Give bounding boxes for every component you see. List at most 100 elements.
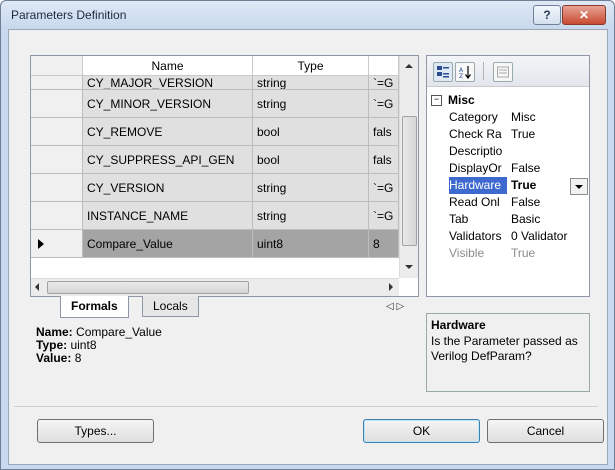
table-row[interactable]: CY_MAJOR_VERSION string `=G <box>31 76 399 90</box>
summary-value-label: Value: <box>36 351 72 365</box>
tab-scroll-arrows-icon[interactable]: ◁ ▷ <box>386 301 404 312</box>
cell-value[interactable]: fals <box>369 118 399 146</box>
window-title: Parameters Definition <box>11 8 127 22</box>
cell-type[interactable]: string <box>253 202 369 230</box>
cell-name[interactable]: INSTANCE_NAME <box>83 202 253 230</box>
title-bar[interactable]: Parameters Definition ? ✕ <box>1 1 614 29</box>
property-name: DisplayOr <box>449 161 502 175</box>
collapse-minus-icon[interactable]: − <box>431 95 442 107</box>
column-header-value[interactable] <box>369 56 399 76</box>
property-value[interactable]: Basic <box>511 211 587 228</box>
property-value[interactable]: 0 Validator <box>511 228 587 245</box>
summary-value-value: 8 <box>74 351 82 365</box>
cell-type[interactable]: bool <box>253 146 369 174</box>
cell-name[interactable]: CY_MINOR_VERSION <box>83 90 253 118</box>
table-row[interactable]: CY_SUPPRESS_API_GEN bool fals <box>31 146 399 174</box>
cell-type[interactable]: string <box>253 174 369 202</box>
property-name: Visible <box>449 246 485 260</box>
types-button[interactable]: Types... <box>37 419 154 443</box>
cell-value[interactable]: `=G <box>369 202 399 230</box>
property-row[interactable]: Visible True <box>427 245 589 262</box>
grid-rows: CY_MAJOR_VERSION string `=G CY_MINOR_VER… <box>31 76 399 258</box>
vertical-scroll-thumb[interactable] <box>402 116 417 246</box>
cell-value[interactable]: 8 <box>369 230 399 258</box>
tab-locals[interactable]: Locals <box>142 296 199 317</box>
grid-horizontal-scrollbar[interactable] <box>31 278 399 296</box>
property-grid: AZ − Misc Category Misc Check Ra True Descr… <box>426 55 590 297</box>
summary-type-label: Type: <box>36 338 68 352</box>
row-header[interactable] <box>31 174 83 202</box>
property-row[interactable]: Check Ra True <box>427 126 589 143</box>
property-list: Category Misc Check Ra True Descriptio Dis… <box>427 109 589 262</box>
column-header-type[interactable]: Type <box>253 56 369 76</box>
column-header-name[interactable]: Name <box>83 56 253 76</box>
row-header[interactable] <box>31 118 83 146</box>
category-label: Misc <box>448 93 475 107</box>
tab-formals[interactable]: Formals <box>60 296 129 318</box>
category-misc[interactable]: − Misc <box>427 92 589 108</box>
row-header[interactable] <box>31 146 83 174</box>
row-header[interactable] <box>31 230 83 258</box>
help-button[interactable]: ? <box>533 5 561 25</box>
property-value[interactable]: False <box>511 160 587 177</box>
table-row[interactable]: CY_REMOVE bool fals <box>31 118 399 146</box>
property-value[interactable]: False <box>511 194 587 211</box>
summary-type-value: uint8 <box>70 338 97 352</box>
row-header[interactable] <box>31 202 83 230</box>
current-row-arrow-icon <box>38 239 44 249</box>
table-row[interactable]: CY_MINOR_VERSION string `=G <box>31 90 399 118</box>
property-row[interactable]: Descriptio <box>427 143 589 160</box>
property-row[interactable]: DisplayOr False <box>427 160 589 177</box>
cell-value[interactable]: `=G <box>369 90 399 118</box>
cell-value[interactable]: `=G <box>369 174 399 202</box>
cell-name[interactable]: Compare_Value <box>83 230 253 258</box>
row-header[interactable] <box>31 90 83 118</box>
property-pages-icon[interactable] <box>493 62 513 82</box>
cell-type[interactable]: uint8 <box>253 230 369 258</box>
summary-name-value: Compare_Value <box>76 325 162 339</box>
close-button[interactable]: ✕ <box>562 5 606 25</box>
ok-button[interactable]: OK <box>363 419 480 443</box>
svg-text:Z: Z <box>459 73 463 79</box>
summary-name-label: Name: <box>36 325 73 339</box>
grid-vertical-scrollbar[interactable] <box>399 56 418 278</box>
sort-az-icon[interactable]: AZ <box>455 62 475 82</box>
cell-name[interactable]: CY_MAJOR_VERSION <box>83 76 253 90</box>
property-row[interactable]: Category Misc <box>427 109 589 126</box>
property-toolbar: AZ <box>427 56 589 87</box>
scroll-down-icon[interactable] <box>405 265 413 269</box>
grid-tabs: Formals Locals ◁ ▷ <box>30 296 417 318</box>
cell-value[interactable]: fals <box>369 146 399 174</box>
cell-name[interactable]: CY_REMOVE <box>83 118 253 146</box>
description-title: Hardware <box>431 318 486 332</box>
cell-type[interactable]: string <box>253 90 369 118</box>
table-row-selected[interactable]: Compare_Value uint8 8 <box>31 230 399 258</box>
cell-type[interactable]: bool <box>253 118 369 146</box>
button-divider <box>14 406 598 407</box>
scroll-left-icon[interactable] <box>35 283 39 291</box>
categorized-icon[interactable] <box>433 62 453 82</box>
cell-value[interactable]: `=G <box>369 76 399 90</box>
parameters-grid: Name Type CY_MAJOR_VERSION string `=G CY… <box>30 55 419 297</box>
cancel-button[interactable]: Cancel <box>487 419 604 443</box>
description-text: Is the Parameter passed as Verilog DefPa… <box>431 334 578 363</box>
property-value[interactable]: True <box>511 245 587 262</box>
scroll-up-icon[interactable] <box>405 64 413 68</box>
property-name: Hardware <box>449 177 507 194</box>
table-row[interactable]: CY_VERSION string `=G <box>31 174 399 202</box>
property-value[interactable]: True <box>511 126 587 143</box>
cell-name[interactable]: CY_SUPPRESS_API_GEN <box>83 146 253 174</box>
scroll-right-icon[interactable] <box>389 283 393 291</box>
dropdown-arrow-icon[interactable] <box>570 178 588 195</box>
property-row-selected[interactable]: Hardware True <box>427 177 589 195</box>
property-value[interactable]: Misc <box>511 109 587 126</box>
horizontal-scroll-thumb[interactable] <box>47 281 249 294</box>
row-header[interactable] <box>31 76 83 90</box>
property-name: Category <box>449 110 498 124</box>
cell-name[interactable]: CY_VERSION <box>83 174 253 202</box>
cell-type[interactable]: string <box>253 76 369 90</box>
property-row[interactable]: Validators 0 Validator <box>427 228 589 245</box>
property-row[interactable]: Read Onl False <box>427 194 589 211</box>
property-row[interactable]: Tab Basic <box>427 211 589 228</box>
table-row[interactable]: INSTANCE_NAME string `=G <box>31 202 399 230</box>
